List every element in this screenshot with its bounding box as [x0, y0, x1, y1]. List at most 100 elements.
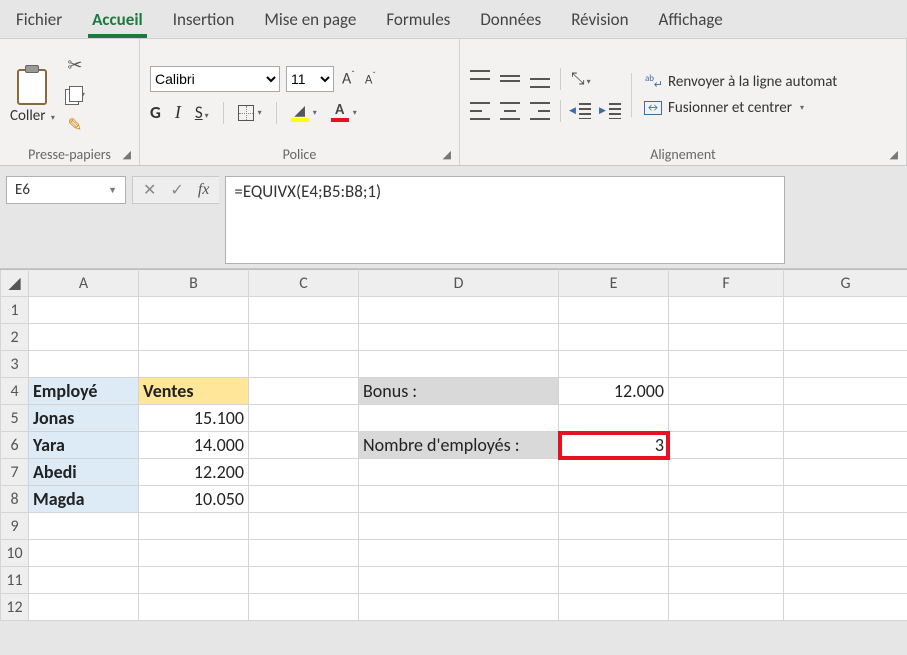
cell-C5[interactable] [249, 405, 359, 432]
cell-C1[interactable] [249, 297, 359, 324]
cell-E1[interactable] [559, 297, 669, 324]
cell-C6[interactable] [249, 432, 359, 459]
cell-A12[interactable] [29, 594, 139, 621]
row-header-11[interactable]: 11 [1, 567, 29, 594]
chevron-down-icon[interactable]: ▾ [353, 108, 357, 118]
cell-D3[interactable] [359, 351, 559, 378]
font-size-select[interactable]: 11 [286, 66, 334, 92]
cell-B11[interactable] [139, 567, 249, 594]
cell-E8[interactable] [559, 486, 669, 513]
col-header-A[interactable]: A [29, 270, 139, 297]
cell-D1[interactable] [359, 297, 559, 324]
align-left-button[interactable] [470, 102, 490, 120]
row-header-8[interactable]: 8 [1, 486, 29, 513]
cell-D8[interactable] [359, 486, 559, 513]
col-header-C[interactable]: C [249, 270, 359, 297]
row-header-6[interactable]: 6 [1, 432, 29, 459]
col-header-F[interactable]: F [669, 270, 784, 297]
cell-E5[interactable] [559, 405, 669, 432]
tab-donnees[interactable]: Données [476, 3, 545, 38]
cell-C4[interactable] [249, 378, 359, 405]
align-middle-button[interactable] [500, 70, 520, 88]
cell-A2[interactable] [29, 324, 139, 351]
cell-G2[interactable] [784, 324, 907, 351]
cell-G10[interactable] [784, 540, 907, 567]
cell-G6[interactable] [784, 432, 907, 459]
cell-D12[interactable] [359, 594, 559, 621]
cell-G9[interactable] [784, 513, 907, 540]
cell-G12[interactable] [784, 594, 907, 621]
tab-fichier[interactable]: Fichier [12, 3, 66, 38]
cell-F7[interactable] [669, 459, 784, 486]
row-header-7[interactable]: 7 [1, 459, 29, 486]
cell-B6[interactable]: 14.000 [139, 432, 249, 459]
row-header-10[interactable]: 10 [1, 540, 29, 567]
cell-D11[interactable] [359, 567, 559, 594]
increase-indent-button[interactable] [601, 103, 621, 119]
row-header-4[interactable]: 4 [1, 378, 29, 405]
cell-E3[interactable] [559, 351, 669, 378]
cancel-formula-button[interactable]: ✕ [143, 180, 156, 200]
cell-G8[interactable] [784, 486, 907, 513]
row-header-3[interactable]: 3 [1, 351, 29, 378]
tab-revision[interactable]: Révision [567, 3, 632, 38]
font-color-button[interactable]: A▾ [331, 103, 357, 122]
row-header-1[interactable]: 1 [1, 297, 29, 324]
cell-A10[interactable] [29, 540, 139, 567]
cell-A1[interactable] [29, 297, 139, 324]
chevron-down-icon[interactable]: ▾ [205, 111, 209, 121]
row-header-2[interactable]: 2 [1, 324, 29, 351]
cell-C8[interactable] [249, 486, 359, 513]
cell-B12[interactable] [139, 594, 249, 621]
chevron-down-icon[interactable]: ▾ [800, 103, 804, 113]
cell-A8[interactable]: Magda [29, 486, 139, 513]
tab-mise-en-page[interactable]: Mise en page [260, 3, 360, 38]
cell-A9[interactable] [29, 513, 139, 540]
cell-B2[interactable] [139, 324, 249, 351]
bold-button[interactable]: G [150, 102, 161, 123]
orientation-button[interactable]: ⤡▾ [571, 68, 591, 89]
chevron-down-icon[interactable]: ▾ [51, 113, 55, 123]
align-top-button[interactable] [470, 70, 490, 88]
cell-F5[interactable] [669, 405, 784, 432]
cell-G7[interactable] [784, 459, 907, 486]
cell-D9[interactable] [359, 513, 559, 540]
cell-C9[interactable] [249, 513, 359, 540]
cell-G4[interactable] [784, 378, 907, 405]
cell-E9[interactable] [559, 513, 669, 540]
cell-B5[interactable]: 15.100 [139, 405, 249, 432]
cell-E4[interactable]: 12.000 [559, 378, 669, 405]
cell-F3[interactable] [669, 351, 784, 378]
cell-D7[interactable] [359, 459, 559, 486]
cell-A3[interactable] [29, 351, 139, 378]
spreadsheet-grid[interactable]: ◢ A B C D E F G 1234EmployéVentesBonus :… [0, 269, 907, 621]
chevron-down-icon[interactable]: ▾ [587, 77, 591, 87]
fx-icon[interactable]: fx [198, 181, 210, 199]
cell-E6[interactable]: 3 [559, 432, 669, 459]
paste-button[interactable]: Coller ▾ [10, 107, 55, 125]
cell-D2[interactable] [359, 324, 559, 351]
cell-E10[interactable] [559, 540, 669, 567]
wrap-text-button[interactable]: Renvoyer à la ligne automat [644, 73, 837, 91]
cell-E2[interactable] [559, 324, 669, 351]
cell-B9[interactable] [139, 513, 249, 540]
cell-D4[interactable]: Bonus : [359, 378, 559, 405]
cell-F2[interactable] [669, 324, 784, 351]
cell-E7[interactable] [559, 459, 669, 486]
cell-B4[interactable]: Ventes [139, 378, 249, 405]
decrease-font-button[interactable]: Aˇ [363, 70, 378, 87]
decrease-indent-button[interactable] [571, 103, 591, 119]
font-name-select[interactable]: Calibri [150, 66, 280, 92]
cell-A11[interactable] [29, 567, 139, 594]
cell-A6[interactable]: Yara [29, 432, 139, 459]
cut-button[interactable]: ✂ [65, 55, 85, 75]
cell-G3[interactable] [784, 351, 907, 378]
name-box[interactable]: E6 ▼ [6, 176, 126, 204]
format-painter-button[interactable]: ✎ [65, 115, 85, 135]
cell-D5[interactable] [359, 405, 559, 432]
row-header-12[interactable]: 12 [1, 594, 29, 621]
cell-D10[interactable] [359, 540, 559, 567]
align-right-button[interactable] [530, 102, 550, 120]
chevron-down-icon[interactable]: ▾ [313, 108, 317, 118]
cell-E12[interactable] [559, 594, 669, 621]
